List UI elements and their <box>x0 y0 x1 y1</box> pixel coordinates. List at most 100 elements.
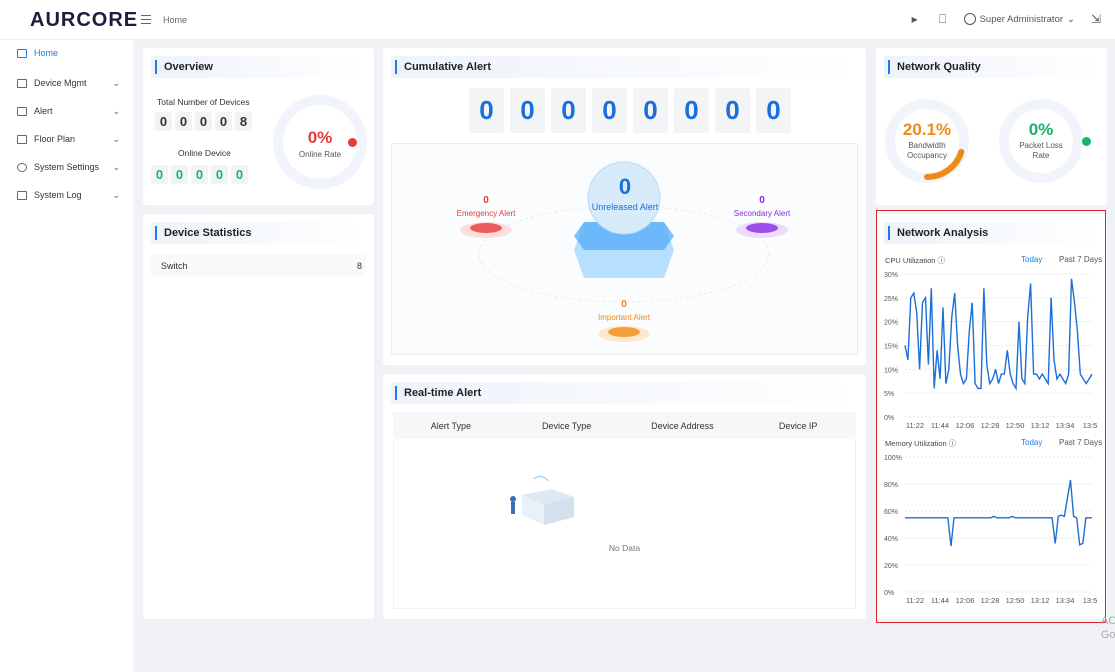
menu-toggle-icon[interactable] <box>141 15 151 24</box>
sidebar-item-floor-plan[interactable]: Floor Plan ⌄ <box>0 125 133 153</box>
digit: 0 <box>211 165 228 184</box>
x-tick-label: 13:34 <box>1056 596 1075 605</box>
monitor-icon <box>17 78 27 88</box>
digit: 0 <box>551 88 586 133</box>
unreleased-alert-label: Unreleased Alert <box>591 202 659 212</box>
y-tick-label: 60% <box>884 509 898 516</box>
sidebar-item-device-mgmt[interactable]: Device Mgmt ⌄ <box>0 69 133 97</box>
x-tick-label: 12:06 <box>956 596 975 605</box>
memory-utilization-chart: 0% 20% 40% 60% 80% 100% 11:22 11:44 12:06 12:28 12… <box>884 455 1098 605</box>
chevron-down-icon: ⌄ <box>112 134 120 144</box>
digit: 8 <box>235 112 252 131</box>
info-icon[interactable]: ⓘ <box>938 256 946 265</box>
overview-card: Overview Total Number of Devices 00008 O… <box>143 48 374 205</box>
digit: 0 <box>175 112 192 131</box>
bandwidth-value: 20.1% <box>902 120 952 139</box>
card-title: Device Statistics <box>155 226 251 240</box>
fullscreen-icon[interactable]: ⇲ <box>1089 12 1103 26</box>
sidebar-item-system-log[interactable]: System Log ⌄ <box>0 181 133 209</box>
memory-today-tab[interactable]: Today <box>1021 438 1042 447</box>
x-tick-label: 13:34 <box>1056 421 1075 430</box>
sidebar-item-home[interactable]: Home <box>0 39 133 67</box>
chevron-down-icon: ⌄ <box>1067 13 1075 25</box>
home-icon <box>17 48 27 58</box>
secondary-disc <box>746 223 778 233</box>
y-tick-label: 5% <box>884 391 894 398</box>
network-quality-card: Network Quality 20.1% Bandwidth Occupanc… <box>876 48 1107 205</box>
digit: 0 <box>155 112 172 131</box>
sidebar-item-label: System Log <box>34 190 82 200</box>
alert-table-body: No Data <box>393 439 856 609</box>
stat-name: Switch <box>161 261 188 271</box>
packet-loss-indicator <box>1082 137 1091 146</box>
digit: 0 <box>715 88 750 133</box>
y-tick-label: 80% <box>884 482 898 489</box>
series-line <box>905 479 1092 547</box>
x-tick-label: 13:12 <box>1031 421 1050 430</box>
total-devices-label: Total Number of Devices <box>157 97 250 107</box>
secondary-alert-label: Secondary Alert <box>733 209 791 218</box>
speaker-icon[interactable]: ▸ <box>908 12 922 26</box>
chevron-down-icon: ⌄ <box>112 106 120 116</box>
x-tick-label: 11:22 <box>906 421 924 430</box>
emergency-alert-value: 0 <box>483 195 489 206</box>
stat-value: 8 <box>356 261 362 271</box>
empty-box-icon <box>510 475 574 525</box>
column-header: Device Address <box>651 420 714 431</box>
chevron-down-icon: ⌄ <box>112 190 120 200</box>
y-tick-label: 30% <box>884 272 898 279</box>
cpu-past-7-days-tab[interactable]: Past 7 Days <box>1059 255 1102 264</box>
device-statistics-card: Device Statistics Switch 8 <box>143 214 374 619</box>
column-header: Alert Type <box>430 420 472 431</box>
cumulative-alert-card: Cumulative Alert 00000000 0 Unreleased A… <box>383 48 866 365</box>
y-tick-label: 15% <box>884 344 898 351</box>
digit: 0 <box>191 165 208 184</box>
user-circle-icon <box>963 13 976 25</box>
sidebar: Home Device Mgmt ⌄ Alert ⌄ Floor Plan ⌄ Sys… <box>0 40 133 672</box>
digit: 0 <box>756 88 791 133</box>
y-tick-label: 100% <box>884 455 902 462</box>
watermark-line: Go <box>1101 629 1115 641</box>
digit: 0 <box>674 88 709 133</box>
emergency-alert-label: Emergency Alert <box>456 209 516 218</box>
empty-text: No Data <box>608 543 641 553</box>
packet-loss-label: Packet Loss Rate <box>1019 141 1063 160</box>
emergency-disc <box>470 223 502 233</box>
card-title: Network Analysis <box>888 226 988 240</box>
online-device-counter: 00000 <box>151 165 251 184</box>
y-tick-label: 20% <box>884 563 898 570</box>
sidebar-item-label: Home <box>34 48 59 58</box>
info-icon[interactable]: ⓘ <box>949 439 957 448</box>
sidebar-item-system-settings[interactable]: System Settings ⌄ <box>0 153 133 181</box>
user-menu[interactable]: Super Administrator ⌄ <box>963 13 1075 25</box>
y-tick-label: 0% <box>884 590 894 597</box>
alarm-icon <box>17 106 27 116</box>
important-disc <box>608 327 640 337</box>
digit: 0 <box>195 112 212 131</box>
x-tick-label: 13:5 <box>1083 596 1098 605</box>
logo[interactable]: AURCORE <box>30 9 138 32</box>
x-tick-label: 11:44 <box>931 596 949 605</box>
cpu-today-tab[interactable]: Today <box>1021 255 1042 264</box>
sidebar-item-label: Device Mgmt <box>34 78 87 88</box>
gear-icon <box>17 162 27 172</box>
total-devices-counter: 00008 <box>155 112 255 131</box>
memory-past-7-days-tab[interactable]: Past 7 Days <box>1059 438 1102 447</box>
x-tick-label: 11:22 <box>906 596 924 605</box>
unreleased-alert-value: 0 <box>618 174 632 199</box>
breadcrumb[interactable]: Home <box>163 15 187 25</box>
x-tick-label: 12:28 <box>981 421 1000 430</box>
stat-row: Switch 8 <box>151 254 366 276</box>
y-tick-label: 10% <box>884 367 898 374</box>
alert-table-header: Alert Type Device Type Device Address De… <box>393 412 856 439</box>
online-device-label: Online Device <box>178 148 231 158</box>
lock-icon[interactable]: ⎕ <box>936 12 950 26</box>
alert-visual-panel: 0 Unreleased Alert 0 Emergency Alert 0 S… <box>391 143 858 355</box>
floor-plan-icon <box>17 134 27 144</box>
important-alert-label: Important Alert <box>597 313 651 322</box>
card-title: Real-time Alert <box>395 386 481 400</box>
sidebar-item-alert[interactable]: Alert ⌄ <box>0 97 133 125</box>
realtime-alert-card: Real-time Alert Alert Type Device Type D… <box>383 374 866 619</box>
cpu-chart-label: CPU Utilization ⓘ <box>885 255 945 266</box>
header-actions: ▸ ⎕ Super Administrator ⌄ ⇲ <box>908 12 1103 27</box>
